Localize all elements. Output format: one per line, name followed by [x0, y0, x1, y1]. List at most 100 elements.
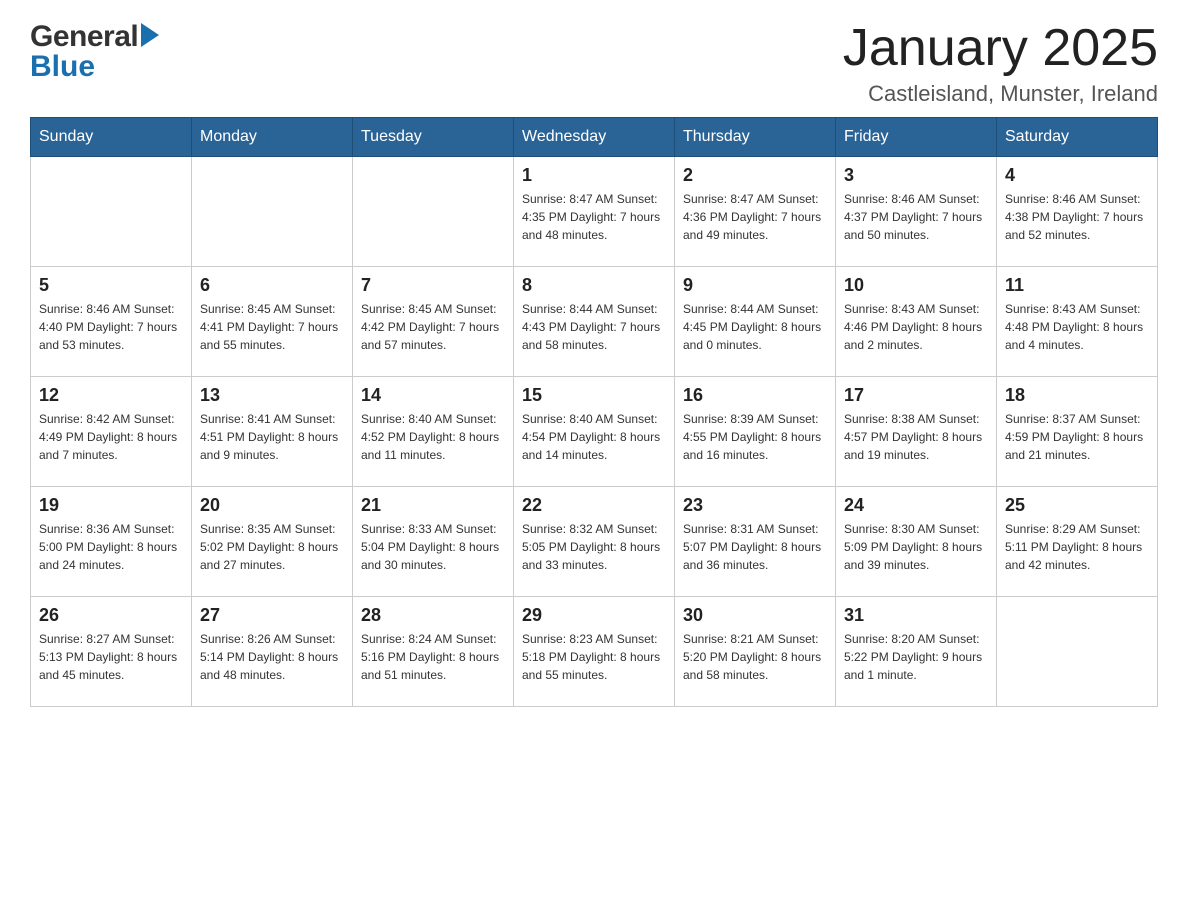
calendar-cell: 25 Sunrise: 8:29 AM Sunset: 5:11 PM Dayli… — [997, 487, 1158, 597]
month-title: January 2025 — [843, 20, 1158, 77]
calendar-cell — [353, 157, 514, 267]
calendar-cell: 12 Sunrise: 8:42 AM Sunset: 4:49 PM Dayli… — [31, 377, 192, 487]
day-info: Sunrise: 8:40 AM Sunset: 4:52 PM Dayligh… — [361, 410, 505, 464]
calendar-table: SundayMondayTuesdayWednesdayThursdayFrid… — [30, 117, 1158, 707]
day-info: Sunrise: 8:40 AM Sunset: 4:54 PM Dayligh… — [522, 410, 666, 464]
day-info: Sunrise: 8:47 AM Sunset: 4:36 PM Dayligh… — [683, 190, 827, 244]
day-info: Sunrise: 8:27 AM Sunset: 5:13 PM Dayligh… — [39, 630, 183, 684]
calendar-cell — [31, 157, 192, 267]
logo-general-text: General — [30, 20, 138, 54]
day-info: Sunrise: 8:44 AM Sunset: 4:43 PM Dayligh… — [522, 300, 666, 354]
calendar-cell: 31 Sunrise: 8:20 AM Sunset: 5:22 PM Dayli… — [836, 597, 997, 707]
calendar-cell: 1Sunrise: 8:47 AM Sunset: 4:35 PM Daylig… — [514, 157, 675, 267]
day-number: 10 — [844, 275, 988, 296]
calendar-cell: 19Sunrise: 8:36 AM Sunset: 5:00 PM Dayli… — [31, 487, 192, 597]
day-number: 21 — [361, 495, 505, 516]
calendar-cell: 14 Sunrise: 8:40 AM Sunset: 4:52 PM Dayli… — [353, 377, 514, 487]
day-info: Sunrise: 8:26 AM Sunset: 5:14 PM Dayligh… — [200, 630, 344, 684]
day-info: Sunrise: 8:29 AM Sunset: 5:11 PM Dayligh… — [1005, 520, 1149, 574]
day-number: 9 — [683, 275, 827, 296]
day-number: 29 — [522, 605, 666, 626]
day-info: Sunrise: 8:23 AM Sunset: 5:18 PM Dayligh… — [522, 630, 666, 684]
day-number: 31 — [844, 605, 988, 626]
calendar-cell: 18 Sunrise: 8:37 AM Sunset: 4:59 PM Dayli… — [997, 377, 1158, 487]
day-info: Sunrise: 8:46 AM Sunset: 4:38 PM Dayligh… — [1005, 190, 1149, 244]
calendar-day-header: Monday — [192, 118, 353, 157]
day-info: Sunrise: 8:20 AM Sunset: 5:22 PM Dayligh… — [844, 630, 988, 684]
calendar-cell: 29 Sunrise: 8:23 AM Sunset: 5:18 PM Dayli… — [514, 597, 675, 707]
calendar-cell: 23Sunrise: 8:31 AM Sunset: 5:07 PM Dayli… — [675, 487, 836, 597]
calendar-cell: 4 Sunrise: 8:46 AM Sunset: 4:38 PM Daylig… — [997, 157, 1158, 267]
page-header: General Blue January 2025 Castleisland, … — [30, 20, 1158, 107]
calendar-cell: 10 Sunrise: 8:43 AM Sunset: 4:46 PM Dayli… — [836, 267, 997, 377]
calendar-week-row: 12 Sunrise: 8:42 AM Sunset: 4:49 PM Dayli… — [31, 377, 1158, 487]
day-number: 30 — [683, 605, 827, 626]
calendar-day-header: Wednesday — [514, 118, 675, 157]
day-info: Sunrise: 8:45 AM Sunset: 4:42 PM Dayligh… — [361, 300, 505, 354]
day-info: Sunrise: 8:33 AM Sunset: 5:04 PM Dayligh… — [361, 520, 505, 574]
day-info: Sunrise: 8:46 AM Sunset: 4:40 PM Dayligh… — [39, 300, 183, 354]
calendar-header-row: SundayMondayTuesdayWednesdayThursdayFrid… — [31, 118, 1158, 157]
day-number: 7 — [361, 275, 505, 296]
day-number: 14 — [361, 385, 505, 406]
calendar-cell: 26 Sunrise: 8:27 AM Sunset: 5:13 PM Dayli… — [31, 597, 192, 707]
calendar-cell: 8Sunrise: 8:44 AM Sunset: 4:43 PM Daylig… — [514, 267, 675, 377]
day-number: 6 — [200, 275, 344, 296]
calendar-day-header: Tuesday — [353, 118, 514, 157]
calendar-cell: 6 Sunrise: 8:45 AM Sunset: 4:41 PM Daylig… — [192, 267, 353, 377]
day-info: Sunrise: 8:39 AM Sunset: 4:55 PM Dayligh… — [683, 410, 827, 464]
calendar-cell: 15Sunrise: 8:40 AM Sunset: 4:54 PM Dayli… — [514, 377, 675, 487]
calendar-cell: 22 Sunrise: 8:32 AM Sunset: 5:05 PM Dayli… — [514, 487, 675, 597]
calendar-week-row: 5 Sunrise: 8:46 AM Sunset: 4:40 PM Daylig… — [31, 267, 1158, 377]
calendar-day-header: Friday — [836, 118, 997, 157]
day-info: Sunrise: 8:41 AM Sunset: 4:51 PM Dayligh… — [200, 410, 344, 464]
calendar-cell — [997, 597, 1158, 707]
day-info: Sunrise: 8:44 AM Sunset: 4:45 PM Dayligh… — [683, 300, 827, 354]
calendar-week-row: 26 Sunrise: 8:27 AM Sunset: 5:13 PM Dayli… — [31, 597, 1158, 707]
day-number: 2 — [683, 165, 827, 186]
calendar-day-header: Thursday — [675, 118, 836, 157]
calendar-cell: 20Sunrise: 8:35 AM Sunset: 5:02 PM Dayli… — [192, 487, 353, 597]
day-number: 17 — [844, 385, 988, 406]
day-info: Sunrise: 8:35 AM Sunset: 5:02 PM Dayligh… — [200, 520, 344, 574]
calendar-cell: 2 Sunrise: 8:47 AM Sunset: 4:36 PM Daylig… — [675, 157, 836, 267]
day-number: 26 — [39, 605, 183, 626]
day-number: 12 — [39, 385, 183, 406]
day-number: 16 — [683, 385, 827, 406]
day-number: 24 — [844, 495, 988, 516]
calendar-cell: 28 Sunrise: 8:24 AM Sunset: 5:16 PM Dayli… — [353, 597, 514, 707]
day-number: 28 — [361, 605, 505, 626]
day-number: 27 — [200, 605, 344, 626]
calendar-cell: 9 Sunrise: 8:44 AM Sunset: 4:45 PM Daylig… — [675, 267, 836, 377]
day-info: Sunrise: 8:37 AM Sunset: 4:59 PM Dayligh… — [1005, 410, 1149, 464]
calendar-day-header: Saturday — [997, 118, 1158, 157]
day-number: 22 — [522, 495, 666, 516]
day-info: Sunrise: 8:45 AM Sunset: 4:41 PM Dayligh… — [200, 300, 344, 354]
calendar-cell: 13 Sunrise: 8:41 AM Sunset: 4:51 PM Dayli… — [192, 377, 353, 487]
day-info: Sunrise: 8:32 AM Sunset: 5:05 PM Dayligh… — [522, 520, 666, 574]
calendar-cell — [192, 157, 353, 267]
day-info: Sunrise: 8:43 AM Sunset: 4:46 PM Dayligh… — [844, 300, 988, 354]
day-info: Sunrise: 8:42 AM Sunset: 4:49 PM Dayligh… — [39, 410, 183, 464]
day-number: 19 — [39, 495, 183, 516]
day-number: 18 — [1005, 385, 1149, 406]
calendar-day-header: Sunday — [31, 118, 192, 157]
day-info: Sunrise: 8:31 AM Sunset: 5:07 PM Dayligh… — [683, 520, 827, 574]
day-info: Sunrise: 8:46 AM Sunset: 4:37 PM Dayligh… — [844, 190, 988, 244]
logo: General Blue — [30, 20, 159, 84]
day-number: 5 — [39, 275, 183, 296]
day-number: 13 — [200, 385, 344, 406]
calendar-cell: 27 Sunrise: 8:26 AM Sunset: 5:14 PM Dayli… — [192, 597, 353, 707]
day-info: Sunrise: 8:24 AM Sunset: 5:16 PM Dayligh… — [361, 630, 505, 684]
calendar-cell: 21 Sunrise: 8:33 AM Sunset: 5:04 PM Dayli… — [353, 487, 514, 597]
calendar-cell: 5 Sunrise: 8:46 AM Sunset: 4:40 PM Daylig… — [31, 267, 192, 377]
day-info: Sunrise: 8:38 AM Sunset: 4:57 PM Dayligh… — [844, 410, 988, 464]
day-number: 3 — [844, 165, 988, 186]
calendar-week-row: 1Sunrise: 8:47 AM Sunset: 4:35 PM Daylig… — [31, 157, 1158, 267]
day-number: 4 — [1005, 165, 1149, 186]
day-info: Sunrise: 8:43 AM Sunset: 4:48 PM Dayligh… — [1005, 300, 1149, 354]
calendar-cell: 11Sunrise: 8:43 AM Sunset: 4:48 PM Dayli… — [997, 267, 1158, 377]
day-number: 1 — [522, 165, 666, 186]
day-number: 25 — [1005, 495, 1149, 516]
calendar-cell: 3 Sunrise: 8:46 AM Sunset: 4:37 PM Daylig… — [836, 157, 997, 267]
